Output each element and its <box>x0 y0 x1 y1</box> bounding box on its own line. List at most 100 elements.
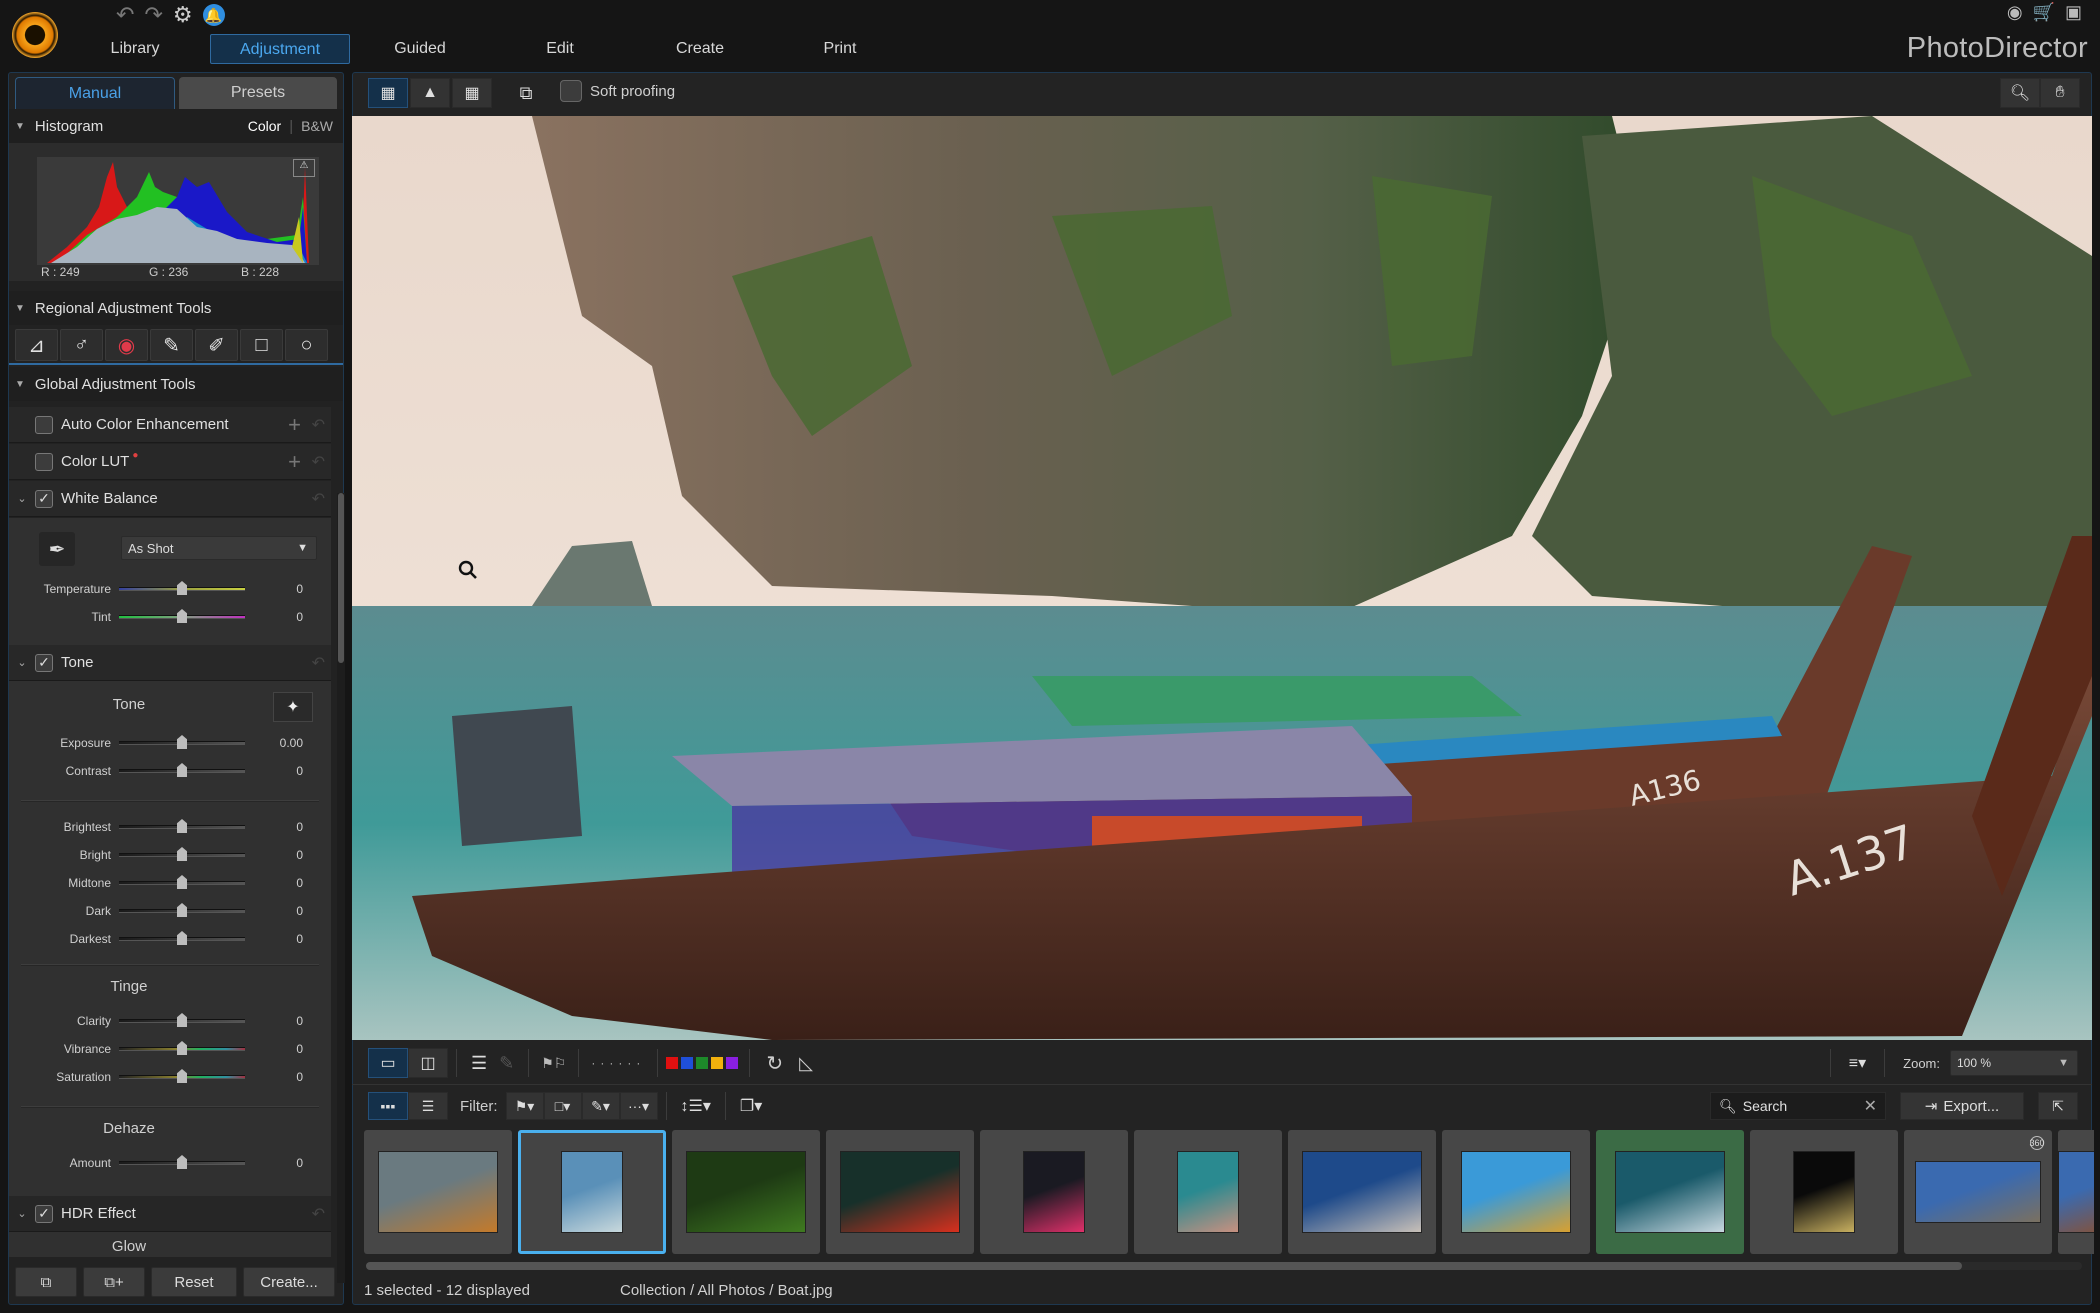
tab-presets[interactable]: Presets <box>179 77 337 109</box>
filmstrip-thumbnail[interactable] <box>364 1130 512 1254</box>
slider-value[interactable]: 0 <box>245 582 303 596</box>
auto-tone-wand-icon[interactable]: ✦ <box>273 692 313 722</box>
soft-proofing-toggle[interactable]: Soft proofing <box>560 80 675 102</box>
slider-thumb[interactable] <box>177 1013 187 1027</box>
filmstrip-thumbnail[interactable] <box>672 1130 820 1254</box>
slider-value[interactable]: 0 <box>245 1042 303 1056</box>
slider-thumb[interactable] <box>177 847 187 861</box>
radial-filter-icon[interactable]: ○ <box>285 329 328 361</box>
white-balance-preset-select[interactable]: As Shot ▼ <box>121 536 317 560</box>
hand-tool-button[interactable]: ✋︎ <box>2040 78 2080 108</box>
tint-track[interactable] <box>119 609 245 623</box>
undo-icon[interactable]: ↶ <box>116 2 134 28</box>
slider-value[interactable]: 0 <box>245 1070 303 1084</box>
global-item-tone[interactable]: ⌄ ✓ Tone ↶ <box>9 645 331 681</box>
nav-library[interactable]: Library <box>90 34 180 64</box>
flag-icon[interactable]: ⚑⚐ <box>541 1055 566 1072</box>
reset-icon[interactable]: ↶ <box>312 1204 325 1224</box>
filmstrip-thumbnail[interactable] <box>2058 1130 2094 1254</box>
stack-options-icon[interactable]: ❐▾ <box>740 1096 762 1116</box>
filmstrip-scrollbar[interactable] <box>366 1262 2082 1270</box>
spot-removal-icon[interactable]: ♂ <box>60 329 103 361</box>
filmstrip-thumbnail[interactable] <box>1442 1130 1590 1254</box>
view-single-button[interactable]: ▲ <box>410 78 450 108</box>
filter-color-dropdown[interactable]: □▾ <box>543 1092 582 1120</box>
slider-track[interactable] <box>119 1013 245 1027</box>
global-item-hdr-effect[interactable]: ⌄ ✓ HDR Effect ↶ <box>9 1196 331 1232</box>
slider-track[interactable] <box>119 763 245 777</box>
collapse-triangle-icon[interactable]: ▼ <box>15 121 25 132</box>
filmstrip-mode-button[interactable]: ▪▪▪ <box>368 1092 408 1120</box>
slider-track[interactable] <box>119 903 245 917</box>
slider-track[interactable] <box>119 819 245 833</box>
clear-search-icon[interactable]: ✕ <box>1864 1096 1877 1116</box>
adjustment-brush-icon[interactable]: ✎ <box>150 329 193 361</box>
nav-print[interactable]: Print <box>800 34 880 64</box>
red-eye-icon[interactable]: ◉ <box>105 329 148 361</box>
slider-track[interactable] <box>119 1155 245 1169</box>
filter-rating-dropdown[interactable]: ···▾ <box>619 1092 658 1120</box>
slider-thumb[interactable] <box>177 735 187 749</box>
list-mode-button[interactable]: ☰ <box>408 1092 448 1120</box>
slider-thumb[interactable] <box>177 819 187 833</box>
nav-guided[interactable]: Guided <box>370 34 470 64</box>
main-photo[interactable]: A.137 A136 <box>352 116 2092 1040</box>
flip-icon[interactable]: ◺ <box>799 1053 813 1074</box>
add-icon[interactable]: + <box>288 412 301 438</box>
slider-value[interactable]: 0 <box>245 876 303 890</box>
slider-value[interactable]: 0.00 <box>245 736 303 750</box>
zoom-tool-button[interactable]: 🔍︎ <box>2000 78 2040 108</box>
white-balance-checkbox[interactable]: ✓ <box>35 489 53 508</box>
view-grid-button[interactable]: ▦ <box>452 78 492 108</box>
cart-icon[interactable]: 🛒 <box>2033 2 2055 23</box>
redo-icon[interactable]: ↷ <box>144 2 162 28</box>
slider-track[interactable] <box>119 735 245 749</box>
rotate-icon[interactable]: ↻ <box>766 1051 783 1076</box>
reset-icon[interactable]: ↶ <box>312 489 325 509</box>
filmstrip-thumbnail[interactable]: 360 <box>1904 1130 2052 1254</box>
slider-value[interactable]: 0 <box>245 820 303 834</box>
panel-scroll-thumb[interactable] <box>338 493 344 663</box>
slider-value[interactable]: 0 <box>245 932 303 946</box>
histogram-bw-toggle[interactable]: B&W <box>301 118 333 134</box>
stack-icon[interactable]: ☰ <box>471 1053 487 1074</box>
slider-value[interactable]: 0 <box>245 1156 303 1170</box>
single-display-button[interactable]: ▭ <box>368 1048 408 1078</box>
reset-button[interactable]: Reset <box>151 1267 237 1297</box>
color-lut-checkbox[interactable] <box>35 452 53 471</box>
filter-flag-dropdown[interactable]: ⚑▾ <box>505 1092 544 1120</box>
expand-chevron-icon[interactable]: ⌄ <box>9 656 35 669</box>
filmstrip-thumbnail[interactable] <box>1596 1130 1744 1254</box>
paste-settings-button[interactable]: ⧉+ <box>83 1267 145 1297</box>
slider-thumb[interactable] <box>177 903 187 917</box>
filmstrip-thumbnail[interactable] <box>1288 1130 1436 1254</box>
slider-value[interactable]: 0 <box>245 764 303 778</box>
hdr-checkbox[interactable]: ✓ <box>35 1204 53 1223</box>
share-button[interactable]: ⇱ <box>2038 1092 2078 1120</box>
filmstrip-scroll-thumb[interactable] <box>366 1262 1962 1270</box>
slider-value[interactable]: 0 <box>245 610 303 624</box>
add-icon[interactable]: + <box>288 449 301 475</box>
slider-track[interactable] <box>119 1041 245 1055</box>
notification-icon[interactable]: 🔔 <box>202 4 225 26</box>
window-mode-icon[interactable]: ▣ <box>2065 2 2082 23</box>
filter-edited-dropdown[interactable]: ✎▾ <box>581 1092 620 1120</box>
slider-track[interactable] <box>119 1069 245 1083</box>
slider-thumb[interactable] <box>177 1155 187 1169</box>
global-item-white-balance[interactable]: ⌄ ✓ White Balance ↶ <box>9 481 331 517</box>
regional-tools-header[interactable]: ▼ Regional Adjustment Tools <box>9 291 343 325</box>
soft-proofing-checkbox[interactable] <box>560 80 582 102</box>
search-input[interactable]: 🔍︎ Search ✕ <box>1710 1092 1886 1120</box>
nav-adjustment[interactable]: Adjustment <box>210 34 350 64</box>
eyedropper-icon[interactable]: ✒ <box>39 532 75 566</box>
auto-color-checkbox[interactable] <box>35 415 53 434</box>
second-display-icon[interactable]: ⧉ <box>506 78 546 108</box>
color-label-swatch[interactable] <box>726 1057 739 1069</box>
filmstrip-thumbnail[interactable] <box>1750 1130 1898 1254</box>
color-label-swatch[interactable] <box>711 1057 724 1069</box>
filmstrip-thumbnail[interactable] <box>980 1130 1128 1254</box>
settings-icon[interactable]: ⚙ <box>173 2 193 28</box>
slider-thumb[interactable] <box>177 875 187 889</box>
color-label-swatch[interactable] <box>696 1057 709 1069</box>
slider-track[interactable] <box>119 875 245 889</box>
